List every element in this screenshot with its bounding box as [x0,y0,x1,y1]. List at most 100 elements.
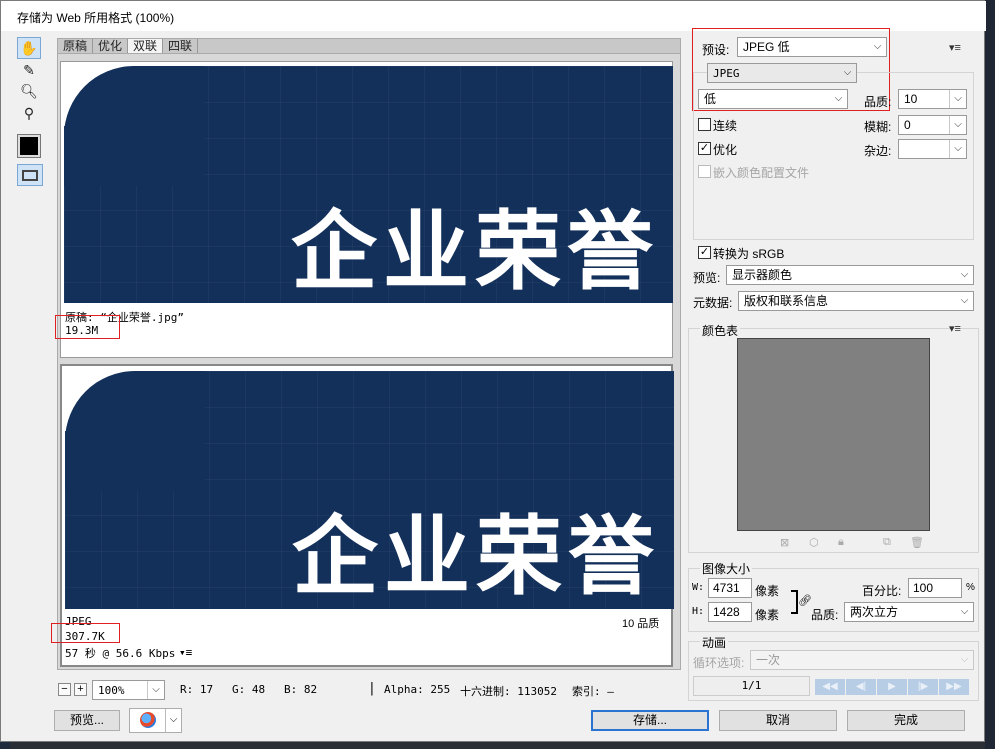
hand-tool-icon[interactable]: ✋ [17,37,41,59]
chevron-down-icon: ⌵ [873,41,882,52]
window-title: 存储为 Web 所用格式 (100%) [17,11,175,25]
width-unit: 像素 [755,584,780,598]
first-frame-icon[interactable]: ◀◀ [815,679,845,695]
zoom-in-button[interactable]: + [74,683,87,696]
play-icon[interactable]: ▶ [877,679,907,695]
color-table-label: 颜色表 [700,322,741,339]
chevron-down-icon: ⌵ [960,606,969,617]
optimized-label: 优化 [713,143,738,157]
convert-srgb-checkbox[interactable]: ✓ [698,246,711,259]
next-frame-icon[interactable]: |▶ [908,679,938,695]
zoom-tool-icon[interactable]: 🔍︎ [17,80,41,102]
embed-profile-label: 嵌入颜色配置文件 [713,166,810,180]
preview-button[interactable]: 预览... [54,710,120,731]
constrain-bracket [791,590,798,614]
resample-quality-label: 品质: [811,608,839,622]
slice-select-tool-icon[interactable]: ✎ [17,59,41,81]
title-bar: 存储为 Web 所用格式 (100%) [1,1,986,31]
chevron-down-icon: ⌵ [960,295,969,306]
preview-mode-label: 预览: [693,271,721,285]
percent-label: 百分比: [862,584,902,598]
chevron-down-icon: ⌵ [147,681,164,699]
chevron-down-icon: ⌵ [949,116,966,134]
color-table-menu-icon[interactable]: ▾≡ [949,322,961,335]
zoom-out-button[interactable]: − [58,683,71,696]
embed-profile-checkbox[interactable] [698,165,711,178]
metadata-label: 元数据: [693,296,733,310]
chevron-down-icon: ⌵ [960,654,969,665]
save-button[interactable]: 存储... [591,710,709,731]
tab-original[interactable]: 原稿 [58,39,94,54]
highlight-optimized-size [51,623,120,643]
preset-select[interactable]: JPEG 低 ⌵ [737,37,887,57]
link-icon[interactable]: 🔗︎ [798,594,812,607]
chevron-down-icon: ⌵ [165,709,181,732]
chevron-down-icon: ⌵ [949,140,966,158]
lock-color-icon[interactable]: 🔒︎ [838,536,844,549]
matte-label: 杂边: [864,144,892,158]
quality-label: 品质: [864,95,892,109]
file-format-select[interactable]: JPEG ⌵ [707,63,857,83]
progressive-checkbox[interactable] [698,118,711,131]
compression-quality-select[interactable]: 低 ⌵ [698,89,848,109]
optimized-checkbox[interactable]: ✓ [698,142,711,155]
highlight-original-size [55,315,120,339]
done-button[interactable]: 完成 [847,710,965,731]
optimized-quality: 10 品质 [622,618,660,630]
eyedropper-color-swatch[interactable] [17,134,41,158]
image-caption-text: 企业荣誉 [291,202,659,302]
convert-srgb-label: 转换为 sRGB [713,247,785,261]
image-size-title: 图像大小 [700,560,753,577]
optimize-menu-icon[interactable]: ▾≡ [949,41,961,54]
width-input[interactable]: 4731 [708,578,752,598]
metadata-select[interactable]: 版权和联系信息 ⌵ [738,291,974,311]
loop-options-select[interactable]: 一次 ⌵ [750,650,974,670]
browser-select-button[interactable]: ⌵ [129,708,182,733]
percent-input[interactable]: 100 [908,578,962,598]
quality-value-input[interactable]: 10 ⌵ [898,89,967,109]
map-color-icon[interactable]: ⊠ [780,536,789,549]
zoom-level-select[interactable]: 100% ⌵ [92,680,165,700]
green-value: G: 48 [232,683,266,696]
resample-quality-select[interactable]: 两次立方 ⌵ [844,602,974,622]
loop-options-label: 循环选项: [693,656,745,670]
index-value: 索引: — [572,685,614,698]
browser-icon [140,712,156,728]
cancel-button[interactable]: 取消 [719,710,837,731]
alpha-value: Alpha: 255 [384,683,451,696]
original-preview-pane[interactable]: 企业荣誉 原稿: “企业荣誉.jpg” 19.3M [60,61,673,358]
eyedropper-tool-icon[interactable]: ⚲ [17,102,41,124]
width-label: W: [692,582,705,593]
height-label: H: [692,606,705,617]
blue-value: B: 82 [284,683,318,696]
original-image: 企业荣誉 [64,66,673,303]
optimized-preview-pane[interactable]: 企业荣誉 JPEG 307.7K 57 秒 @ 56.6 Kbps ▾≡ 10 … [60,364,674,667]
matte-select[interactable]: ⌵ [898,139,967,159]
red-value: R: 17 [180,683,214,696]
height-input[interactable]: 1428 [708,602,752,622]
optimized-image: 企业荣誉 [65,371,674,609]
chevron-down-icon: ⌵ [960,269,969,280]
last-frame-icon[interactable]: ▶▶ [939,679,969,695]
tab-optimized[interactable]: 优化 [93,39,129,54]
blur-value-input[interactable]: 0 ⌵ [898,115,967,135]
image-caption-text: 企业荣誉 [292,507,660,607]
chevron-down-icon: ⌵ [949,90,966,108]
previous-frame-icon[interactable]: ◀| [846,679,876,695]
preview-mode-select[interactable]: 显示器颜色 ⌵ [726,265,974,285]
new-color-icon[interactable]: ⧉ [883,536,891,549]
tab-2-up[interactable]: 双联 [128,39,164,54]
backdrop-right [985,0,995,749]
view-tabs: 原稿 优化 双联 四联 [57,38,681,54]
download-rate-menu-icon[interactable]: ▾≡ [179,646,192,659]
trash-icon[interactable]: 🗑︎ [910,536,924,549]
color-table-swatches [737,338,930,531]
toggle-slices-visibility-icon[interactable] [17,164,43,186]
tab-4-up[interactable]: 四联 [163,39,199,54]
frame-counter: 1/1 [693,676,810,696]
chevron-down-icon: ⌵ [834,93,843,104]
blur-label: 模糊: [864,120,892,134]
animation-title: 动画 [700,634,729,651]
percent-unit: % [966,582,975,593]
web-snap-icon[interactable]: ⬡ [809,536,819,549]
